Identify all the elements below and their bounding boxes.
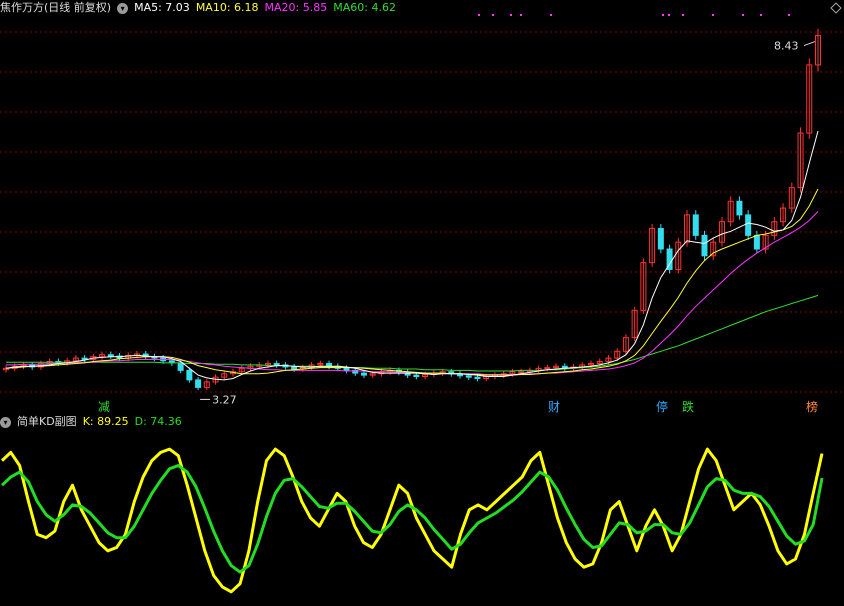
high-price-label: 8.43 bbox=[774, 40, 799, 53]
ma5-label: MA5: 7.03 bbox=[134, 1, 190, 14]
k-line bbox=[0, 447, 824, 594]
tag-ranking[interactable]: 榜 bbox=[804, 400, 820, 414]
down-candle bbox=[745, 214, 752, 236]
up-candle bbox=[518, 371, 525, 374]
down-candle bbox=[107, 354, 114, 357]
ma20-label: MA20: 5.85 bbox=[264, 1, 328, 14]
d-line bbox=[0, 464, 824, 574]
down-candle bbox=[474, 376, 481, 380]
down-candle bbox=[291, 366, 298, 370]
stock-title: 焦作万方(日线 前复权) bbox=[0, 1, 112, 14]
down-candle bbox=[701, 234, 708, 257]
signal-dot bbox=[712, 14, 714, 16]
down-candle bbox=[273, 363, 280, 366]
signal-dot bbox=[682, 14, 684, 16]
signal-dot bbox=[760, 14, 762, 16]
tag-reduce[interactable]: 减 bbox=[96, 400, 112, 414]
kd-settings-circle-icon[interactable]: ▾ bbox=[0, 416, 11, 428]
down-candle bbox=[657, 228, 664, 250]
signal-dot bbox=[742, 14, 744, 16]
signal-dot bbox=[510, 14, 512, 16]
signal-dot bbox=[520, 14, 522, 16]
down-candle bbox=[736, 200, 743, 216]
tag-fall[interactable]: 跌 bbox=[680, 400, 696, 414]
down-candle bbox=[343, 367, 350, 371]
kd-k-label: K: 89.25 bbox=[82, 415, 129, 428]
down-candle bbox=[753, 234, 760, 250]
signal-dot bbox=[550, 14, 552, 16]
ma10-label: MA10: 6.18 bbox=[195, 1, 259, 14]
ma60-label: MA60: 4.62 bbox=[333, 1, 396, 14]
down-candle bbox=[186, 369, 193, 381]
signal-dot bbox=[662, 14, 664, 16]
tag-halt[interactable]: 停 bbox=[654, 400, 670, 414]
ma5-line bbox=[5, 130, 819, 381]
down-candle bbox=[692, 214, 699, 236]
expand-diamond-icon[interactable] bbox=[830, 2, 842, 14]
signal-dot bbox=[788, 14, 790, 16]
kd-title: 简单KD副图 bbox=[17, 415, 77, 428]
kd-indicator-chart[interactable] bbox=[0, 428, 844, 606]
signal-dot bbox=[668, 14, 670, 16]
settings-circle-icon[interactable]: ▾ bbox=[117, 2, 129, 14]
signal-dot bbox=[478, 14, 480, 16]
down-candle bbox=[177, 362, 184, 371]
down-candle bbox=[360, 372, 367, 376]
down-candle bbox=[413, 374, 420, 377]
candlestick-chart[interactable]: 8.43 3.27 bbox=[0, 14, 844, 410]
low-price-label: 3.27 bbox=[212, 393, 237, 406]
signal-dot bbox=[492, 14, 494, 16]
up-candle bbox=[544, 367, 551, 370]
down-candle bbox=[195, 379, 202, 388]
kd-d-label: D: 74.36 bbox=[134, 415, 182, 428]
down-candle bbox=[465, 375, 472, 378]
tag-finance[interactable]: 财 bbox=[546, 400, 562, 414]
high-arrow bbox=[803, 41, 816, 47]
